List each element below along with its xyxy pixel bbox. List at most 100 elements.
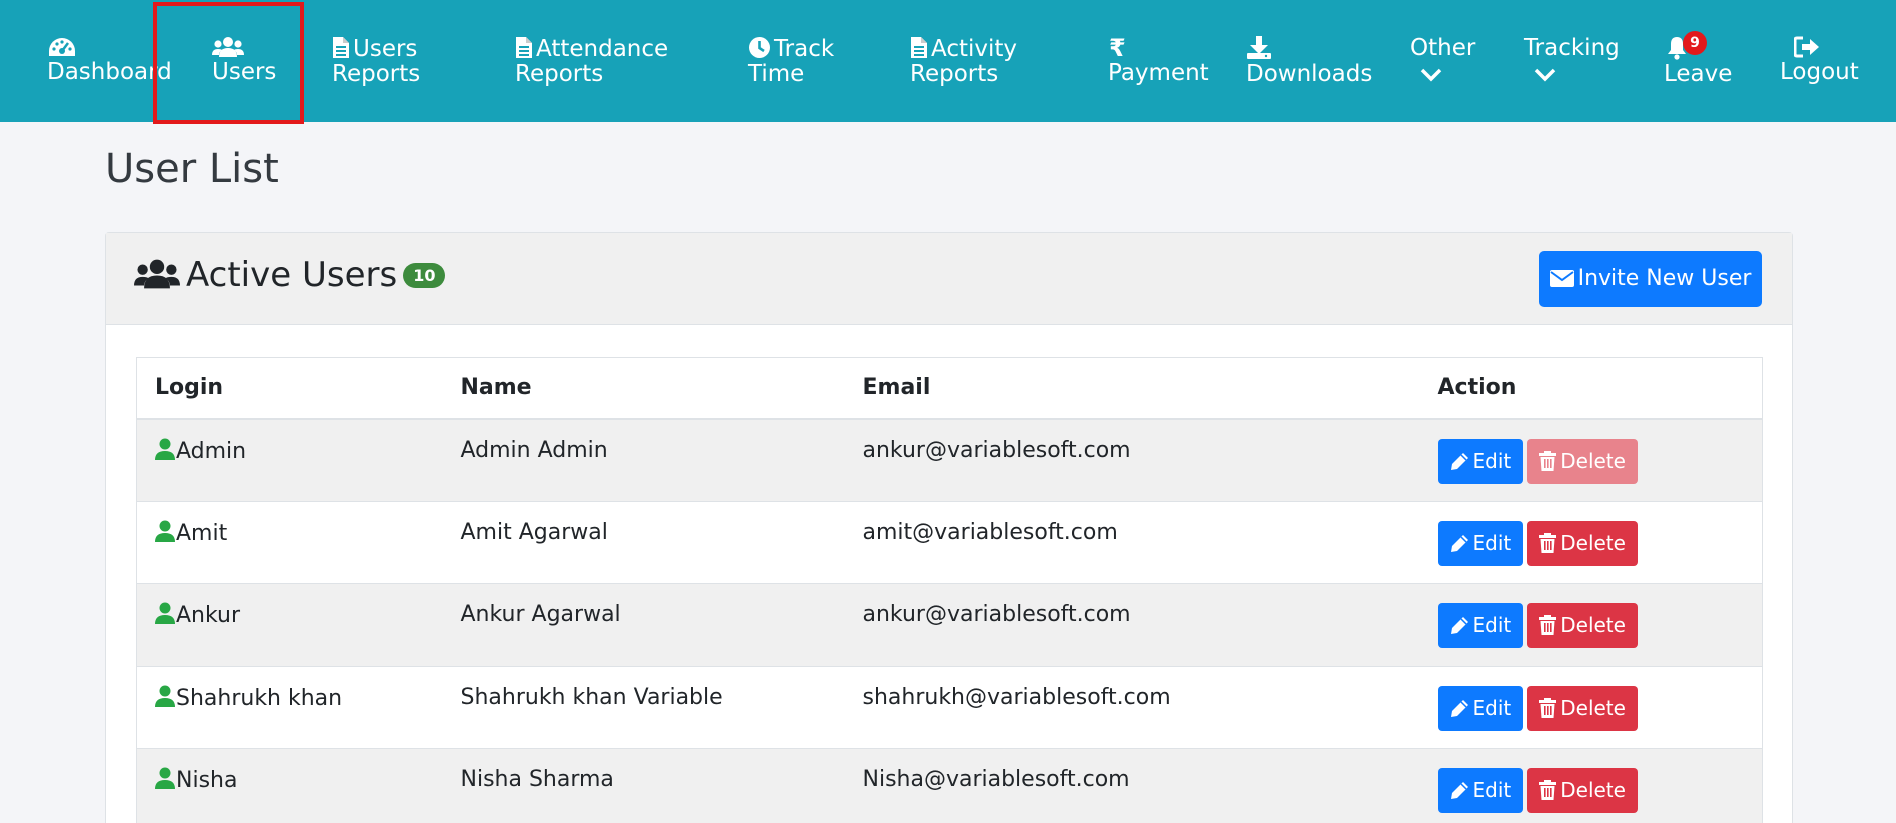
login-value: Amit (176, 520, 228, 546)
edit-button[interactable]: Edit (1437, 768, 1524, 816)
table-row: Ankur Ankur Agarwal ankur@variablesoft.com… (136, 583, 1763, 666)
col-header-action: Action (1419, 357, 1763, 420)
cell-name: Shahrukh khan Variable (442, 665, 845, 749)
nav-downloads[interactable]: Downloads (1246, 0, 1372, 122)
card-header: Active Users 10 Invite New User (106, 233, 1792, 325)
delete-button[interactable]: Delete (1527, 685, 1638, 734)
nav-downloads-label: Downloads (1246, 61, 1373, 87)
nav-payment[interactable]: ₹ Payment (1108, 0, 1209, 122)
nav-users-reports[interactable]: Users Reports (332, 0, 420, 122)
card-title: Active Users 10 (134, 255, 446, 299)
nav-attendance-line1: Attendance (536, 36, 669, 62)
table-row: Admin Admin Admin ankur@variablesoft.com Ed… (136, 418, 1763, 501)
trash-icon (1539, 771, 1557, 816)
nav-leave-label: Leave (1664, 61, 1733, 87)
delete-label: Delete (1560, 778, 1626, 802)
user-count-badge: 10 (403, 263, 446, 288)
col-header-email: Email (844, 357, 1420, 420)
pencil-icon (1450, 606, 1469, 651)
users-table: Login Name Email Action Admin Admin Admin… (136, 357, 1763, 823)
cell-action: Edit Delete (1419, 748, 1763, 823)
nav-activity-line1: Activity (931, 36, 1018, 62)
clock-icon (748, 36, 771, 59)
invite-button-label: Invite New User (1577, 266, 1752, 291)
nav-other-dropdown[interactable]: Other (1410, 0, 1475, 122)
nav-leave[interactable]: Leave (1664, 0, 1732, 122)
nav-attendance-line2: Reports (515, 61, 604, 87)
leave-notification-badge: 9 (1683, 31, 1707, 55)
delete-button[interactable]: Delete (1527, 603, 1638, 648)
cell-name: Ankur Agarwal (442, 583, 845, 666)
cell-action: Edit Delete (1419, 500, 1763, 584)
cell-email: Nisha@variablesoft.com (844, 748, 1420, 823)
cell-action: Edit Delete (1419, 418, 1763, 501)
cell-email: shahrukh@variablesoft.com (844, 665, 1420, 749)
delete-label: Delete (1560, 613, 1626, 637)
edit-label: Edit (1472, 778, 1512, 802)
nav-logout-label: Logout (1780, 59, 1859, 85)
delete-label: Delete (1560, 695, 1626, 720)
edit-button[interactable]: Edit (1437, 603, 1524, 651)
invite-new-user-button[interactable]: Invite New User (1539, 251, 1762, 307)
cell-name: Admin Admin (442, 418, 845, 501)
delete-button: Delete (1527, 438, 1638, 484)
edit-button[interactable]: Edit (1437, 438, 1524, 487)
table-row: Amit Amit Agarwal amit@variablesoft.com Edi… (136, 500, 1763, 584)
chevron-down-icon (1420, 63, 1475, 88)
users-icon (134, 258, 180, 299)
user-icon (155, 602, 175, 630)
nav-track-time[interactable]: Track Time (748, 0, 834, 122)
cell-name: Nisha Sharma (442, 748, 845, 823)
active-users-card: Active Users 10 Invite New User Login Nam… (105, 232, 1793, 823)
login-value: Ankur (176, 603, 241, 628)
col-header-login: Login (136, 357, 443, 420)
nav-activity-reports[interactable]: Activity Reports (910, 0, 1017, 122)
file-icon (515, 36, 533, 59)
cell-login: Amit (136, 500, 443, 584)
cell-action: Edit Delete (1419, 583, 1763, 666)
top-navbar: Dashboard Users Users Reports Attendance… (0, 0, 1896, 124)
envelope-icon (1549, 254, 1574, 310)
pencil-icon (1450, 442, 1469, 487)
nav-logout[interactable]: Logout (1780, 0, 1859, 122)
table-row: Shahrukh khan Shahrukh khan Variable shahr… (136, 665, 1763, 749)
cell-email: ankur@variablesoft.com (844, 418, 1420, 501)
nav-payment-label: Payment (1108, 60, 1209, 86)
file-icon (910, 36, 928, 59)
nav-tracking-dropdown[interactable]: Tracking (1524, 0, 1620, 122)
edit-button[interactable]: Edit (1437, 685, 1524, 731)
nav-users-reports-line2: Reports (332, 61, 421, 87)
card-title-label: Active Users (186, 255, 398, 295)
active-nav-highlight (153, 2, 304, 124)
file-icon (332, 36, 350, 59)
edit-button[interactable]: Edit (1437, 520, 1524, 569)
nav-other-label: Other (1410, 35, 1476, 61)
trash-icon (1539, 689, 1557, 734)
delete-button[interactable]: Delete (1527, 520, 1638, 566)
cell-email: amit@variablesoft.com (844, 500, 1420, 584)
cell-login: Nisha (136, 748, 443, 823)
cell-login: Shahrukh khan (136, 665, 443, 749)
trash-icon (1539, 606, 1557, 651)
pencil-icon (1450, 524, 1469, 569)
cell-login: Admin (136, 418, 443, 501)
login-value: Nisha (176, 768, 238, 793)
login-value: Admin (176, 438, 247, 464)
nav-activity-line2: Reports (910, 61, 999, 87)
nav-track-line1: Track (774, 36, 835, 62)
delete-label: Delete (1560, 530, 1626, 555)
user-icon (155, 767, 175, 795)
col-header-name: Name (442, 357, 845, 420)
cell-action: Edit Delete (1419, 665, 1763, 749)
delete-button[interactable]: Delete (1527, 768, 1638, 813)
tachometer-icon (47, 36, 169, 58)
chevron-down-icon (1534, 63, 1620, 88)
delete-label: Delete (1560, 448, 1626, 473)
user-icon (155, 520, 175, 548)
pencil-icon (1450, 771, 1469, 816)
sign-out-icon (1794, 36, 1856, 58)
edit-label: Edit (1472, 695, 1512, 720)
cell-login: Ankur (136, 583, 443, 666)
nav-track-line2: Time (748, 61, 805, 87)
nav-attendance-reports[interactable]: Attendance Reports (515, 0, 668, 122)
